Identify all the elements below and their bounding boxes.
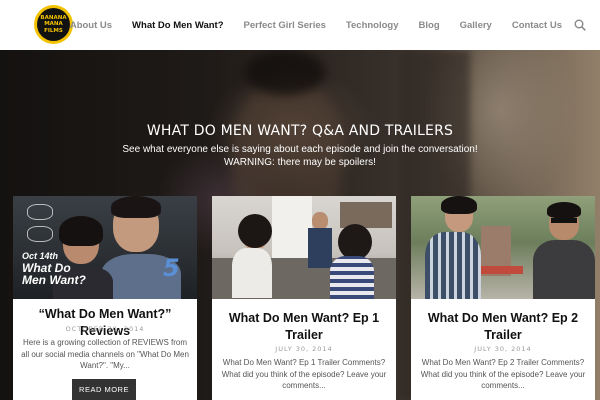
hero-banner: WHAT DO MEN WANT? Q&A AND TRAILERS See w… — [0, 50, 600, 400]
card-date: JULY 30, 2014 — [474, 345, 532, 353]
card-excerpt: What Do Men Want? Ep 1 Trailer Comments?… — [221, 358, 387, 390]
main-nav: About Us What Do Men Want? Perfect Girl … — [50, 0, 562, 50]
card-thumbnail[interactable] — [411, 196, 595, 299]
nav-perfect-girl-series[interactable]: Perfect Girl Series — [244, 20, 326, 31]
card-thumbnail[interactable] — [212, 196, 396, 299]
read-more-button[interactable]: READ MORE — [72, 379, 136, 400]
post-card-reviews: 5 Oct 14th What Do Men Want? “What Do Me… — [13, 196, 197, 400]
nav-what-do-men-want[interactable]: What Do Men Want? — [132, 20, 223, 31]
card-title[interactable]: What Do Men Want? Ep 1 Trailer — [218, 310, 390, 344]
card-excerpt: What Do Men Want? Ep 2 Trailer Comments?… — [420, 358, 586, 390]
card-title[interactable]: “What Do Men Want?” Reviews — [19, 306, 191, 340]
channel-5-logo: 5 — [163, 254, 180, 282]
card-title[interactable]: What Do Men Want? Ep 2 Trailer — [417, 310, 589, 344]
nav-technology[interactable]: Technology — [346, 20, 399, 31]
hero-title: WHAT DO MEN WANT? Q&A AND TRAILERS — [146, 123, 454, 139]
nav-contact-us[interactable]: Contact Us — [512, 20, 562, 31]
nav-about-us[interactable]: About Us — [70, 20, 112, 31]
hero-warning: WARNING: there may be spoilers! — [224, 157, 376, 168]
card-excerpt: Here is a growing collection of REVIEWS … — [21, 338, 189, 370]
site-header: BANANA MANA FILMS About Us What Do Men W… — [0, 0, 600, 50]
nav-blog[interactable]: Blog — [419, 20, 440, 31]
card-date: OCTOBER 30, 2014 — [65, 325, 145, 333]
nav-gallery[interactable]: Gallery — [460, 20, 492, 31]
card-thumbnail[interactable]: 5 Oct 14th What Do Men Want? — [13, 196, 197, 299]
search-icon[interactable] — [574, 19, 586, 31]
post-card-ep2-trailer: What Do Men Want? Ep 2 Trailer JULY 30, … — [411, 196, 595, 400]
card-date: JULY 30, 2014 — [275, 345, 333, 353]
hero-subtitle: See what everyone else is saying about e… — [122, 144, 478, 155]
post-card-ep1-trailer: What Do Men Want? Ep 1 Trailer JULY 30, … — [212, 196, 396, 400]
